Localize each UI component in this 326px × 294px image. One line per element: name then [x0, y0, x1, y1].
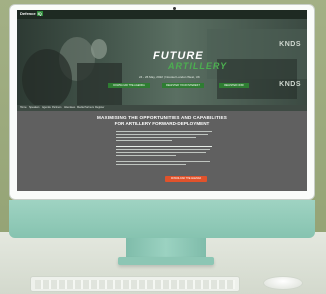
background-brand-text: KNDS: [279, 41, 301, 48]
download-agenda-button[interactable]: DOWNLOAD THE AGENDA: [108, 83, 150, 88]
register-interest-button[interactable]: REGISTER YOUR INTEREST: [162, 83, 204, 88]
content-heading: MAXIMISING THE OPPORTUNITIES AND CAPABIL…: [97, 115, 227, 120]
content-heading-line2: FOR ARTILLERY FORWARD-DEPLOYMENT: [114, 121, 210, 126]
background-brand-text-2: KNDS: [279, 81, 301, 88]
hero-audience-image: [22, 29, 307, 105]
imac-chin: [9, 200, 315, 238]
body-text-line: [116, 137, 196, 138]
body-text-line: [116, 164, 186, 165]
nav-item-partners[interactable]: Partners: [52, 106, 61, 109]
imac-stand-foot: [118, 257, 214, 265]
site-logo[interactable]: Defence IQ: [20, 11, 43, 16]
screen: Defence IQ KNDS KNDS FUTURE ARTILLERY 24 …: [17, 10, 307, 191]
body-text-line: [116, 155, 176, 156]
body-text-line: [116, 146, 212, 147]
nav-item-home[interactable]: Home: [20, 106, 27, 109]
event-date: 24 - 26 May, 2022 | Novotel London West,…: [139, 75, 200, 79]
nav-item-agenda[interactable]: Agenda: [42, 106, 51, 109]
logo-badge: IQ: [36, 11, 43, 16]
body-text-line: [116, 152, 206, 153]
hero-subtitle: ARTILLERY: [168, 61, 228, 71]
body-text-line: [116, 161, 210, 162]
keyboard-keys: [35, 280, 235, 289]
nav-item-speakers[interactable]: Speakers: [29, 106, 40, 109]
nav-item-register[interactable]: Register: [95, 106, 104, 109]
logo-text: Defence: [20, 11, 36, 16]
body-text-line: [116, 140, 172, 141]
mouse: [263, 276, 303, 290]
body-text-line: [116, 149, 210, 150]
register-now-button[interactable]: REGISTER NOW: [219, 83, 249, 88]
main-content: MAXIMISING THE OPPORTUNITIES AND CAPABIL…: [17, 111, 307, 191]
download-agenda-cta-button[interactable]: DOWNLOAD THE AGENDA: [165, 176, 207, 182]
hero-banner: KNDS KNDS FUTURE ARTILLERY 24 - 26 May, …: [17, 19, 307, 105]
body-text-line: [116, 131, 212, 132]
keyboard: [30, 276, 240, 292]
site-header: Defence IQ: [17, 10, 307, 19]
nav-item-media-partners[interactable]: Media Partners: [77, 106, 94, 109]
nav-item-attendees[interactable]: Attendees: [64, 106, 75, 109]
body-text-line: [116, 134, 208, 135]
